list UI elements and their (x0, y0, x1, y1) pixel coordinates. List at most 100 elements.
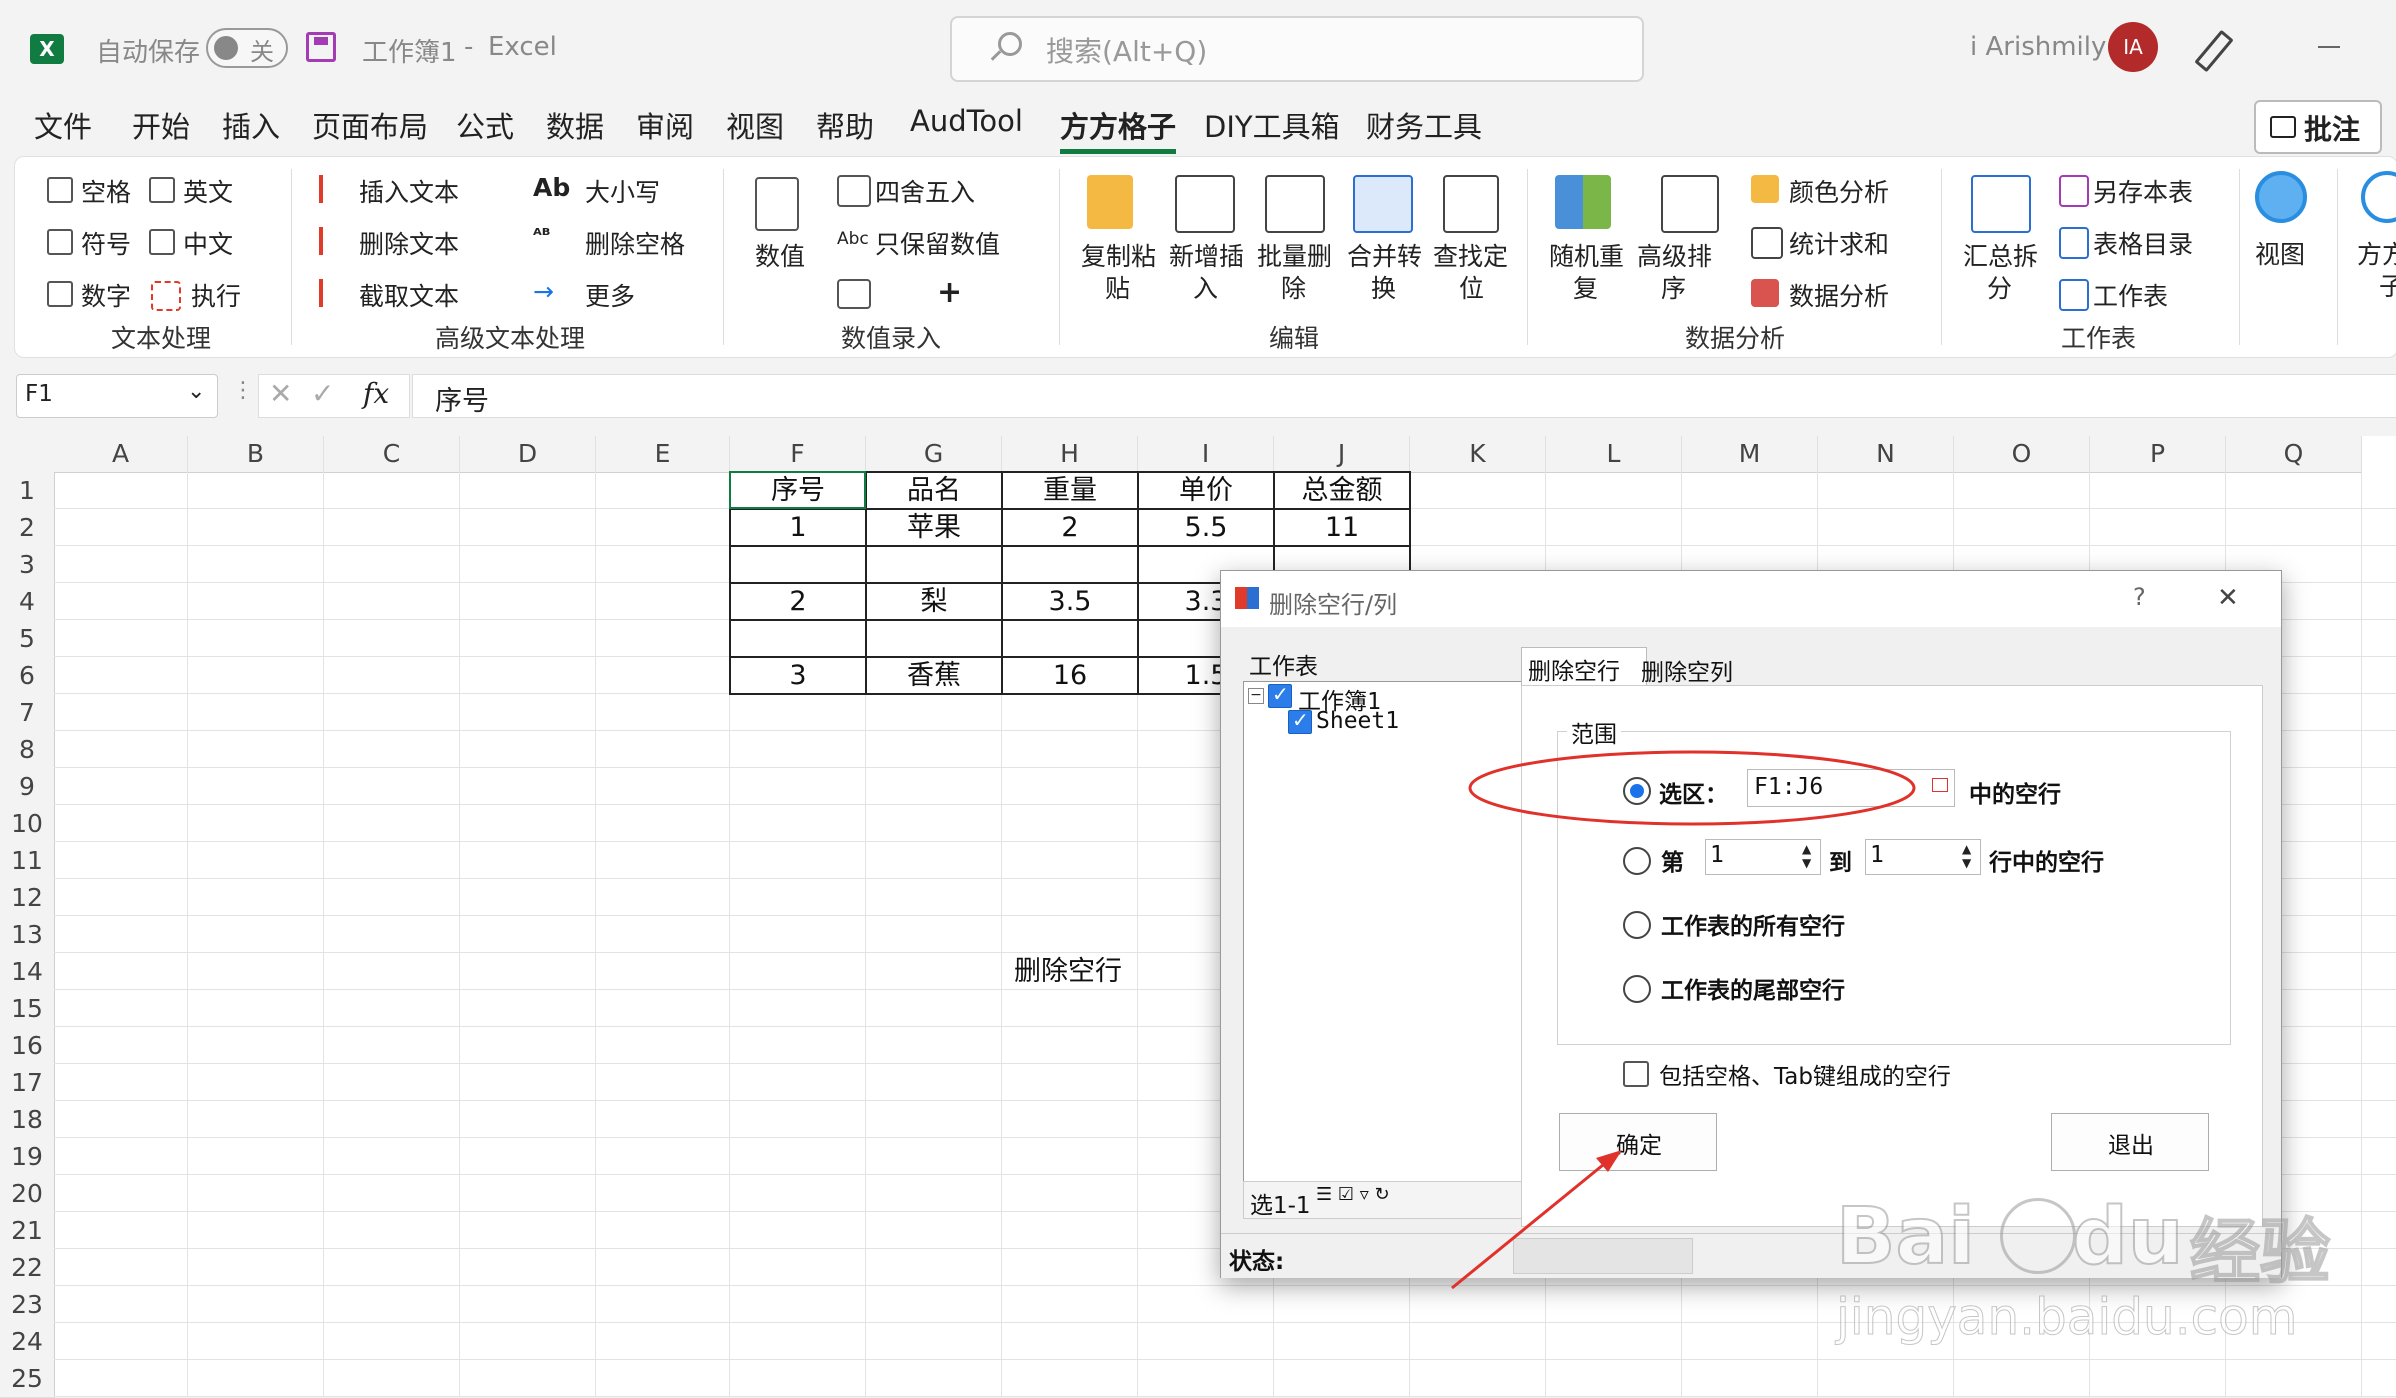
radio-row-range[interactable] (1623, 847, 1651, 875)
summary-split-line2[interactable]: 分 (1987, 269, 2012, 305)
tab-diy-toolbox[interactable]: DIY工具箱 (1204, 104, 1340, 146)
radio-selection[interactable] (1623, 777, 1651, 805)
copy-paste-line1[interactable]: 复制粘 (1081, 237, 1156, 273)
row-header-6[interactable]: 6 (0, 657, 55, 695)
merge-convert-line2[interactable]: 换 (1371, 269, 1396, 305)
table-header-cell[interactable]: 总金额 (1274, 472, 1410, 509)
column-header-p[interactable]: P (2090, 436, 2226, 473)
save-sheet-button[interactable]: 另存本表 (2093, 173, 2193, 209)
row-header-18[interactable]: 18 (0, 1101, 55, 1139)
table-cell[interactable] (1002, 620, 1138, 657)
extract-text-button[interactable]: 截取文本 (359, 277, 459, 313)
advanced-sort-line1[interactable]: 高级排 (1637, 237, 1712, 273)
column-header-k[interactable]: K (1410, 436, 1546, 473)
range-picker-icon[interactable] (1932, 778, 1948, 792)
merge-convert-line1[interactable]: 合并转 (1347, 237, 1422, 273)
row-header-7[interactable]: 7 (0, 694, 55, 732)
column-header-f[interactable]: F (730, 436, 866, 473)
checkbox-space[interactable] (47, 177, 73, 203)
tab-home[interactable]: 开始 (132, 104, 190, 146)
table-icon[interactable] (837, 279, 871, 309)
worksheet-button[interactable]: 工作表 (2093, 277, 2168, 313)
minimize-icon[interactable] (2318, 46, 2340, 48)
row-header-14[interactable]: 14 (0, 953, 55, 991)
column-header-c[interactable]: C (324, 436, 460, 473)
data-analysis-button[interactable]: 数据分析 (1789, 277, 1889, 313)
find-locate-line1[interactable]: 查找定 (1433, 237, 1508, 273)
table-cell[interactable] (866, 546, 1002, 583)
column-header-g[interactable]: G (866, 436, 1002, 473)
column-header-l[interactable]: L (1546, 436, 1682, 473)
row-header-21[interactable]: 21 (0, 1212, 55, 1250)
row-header-12[interactable]: 12 (0, 879, 55, 917)
confirm-icon[interactable]: ✓ (311, 377, 334, 410)
tree-collapse-icon[interactable]: − (1248, 688, 1264, 704)
help-button[interactable]: ? (2133, 583, 2146, 611)
row-header-5[interactable]: 5 (0, 620, 55, 658)
search-box[interactable]: 搜索(Alt+Q) (950, 16, 1644, 82)
column-header-e[interactable]: E (596, 436, 730, 473)
tab-view[interactable]: 视图 (726, 104, 784, 146)
tab-insert[interactable]: 插入 (222, 104, 280, 146)
random-repeat-line1[interactable]: 随机重 (1549, 237, 1624, 273)
tab-help[interactable]: 帮助 (816, 104, 874, 146)
tab-file[interactable]: 文件 (34, 104, 92, 146)
table-cell[interactable] (730, 546, 866, 583)
row-header-19[interactable]: 19 (0, 1138, 55, 1176)
batch-delete-line1[interactable]: 批量删 (1257, 237, 1332, 273)
sheet-index-button[interactable]: 表格目录 (2093, 225, 2193, 261)
table-cell[interactable] (1002, 546, 1138, 583)
table-cell[interactable]: 5.5 (1138, 509, 1274, 546)
name-box[interactable]: F1 ⌄ (16, 374, 218, 418)
avatar[interactable]: IA (2108, 22, 2158, 72)
row-header-4[interactable]: 4 (0, 583, 55, 621)
row-header-23[interactable]: 23 (0, 1286, 55, 1324)
row-header-25[interactable]: 25 (0, 1360, 55, 1398)
table-cell[interactable]: 香蕉 (866, 657, 1002, 694)
cancel-icon[interactable]: ✕ (269, 377, 292, 410)
tab-formulas[interactable]: 公式 (456, 104, 514, 146)
row-header-8[interactable]: 8 (0, 731, 55, 769)
column-header-i[interactable]: I (1138, 436, 1274, 473)
column-header-o[interactable]: O (1954, 436, 2090, 473)
column-header-q[interactable]: Q (2226, 436, 2362, 473)
table-header-cell[interactable]: 品名 (866, 472, 1002, 509)
exit-button[interactable]: 退出 (2051, 1113, 2209, 1171)
keep-number-button[interactable]: 只保留数值 (875, 225, 1000, 261)
insert-text-button[interactable]: 插入文本 (359, 173, 459, 209)
fangfang-button-line1[interactable]: 方方 (2357, 235, 2396, 271)
user-name[interactable]: i Arishmily (1970, 32, 2106, 62)
tab-data[interactable]: 数据 (546, 104, 604, 146)
formula-input[interactable]: 序号 (412, 374, 2396, 418)
row-header-9[interactable]: 9 (0, 768, 55, 806)
ok-button[interactable]: 确定 (1559, 1113, 1717, 1171)
radio-tail-blank[interactable] (1623, 975, 1651, 1003)
table-cell[interactable]: 梨 (866, 583, 1002, 620)
column-header-m[interactable]: M (1682, 436, 1818, 473)
table-header-cell[interactable]: 单价 (1138, 472, 1274, 509)
new-insert-line1[interactable]: 新增插 (1169, 237, 1244, 273)
random-repeat-line2[interactable]: 复 (1573, 269, 1598, 305)
note-cell[interactable]: 删除空行 (1002, 953, 1150, 990)
find-locate-line2[interactable]: 位 (1459, 269, 1484, 305)
view-button[interactable]: 视图 (2255, 235, 2305, 271)
color-analysis-button[interactable]: 颜色分析 (1789, 173, 1889, 209)
sheet-tree[interactable]: − 工作簿1 Sheet1 (1243, 681, 1525, 1183)
selection-input[interactable]: F1:J6 (1747, 769, 1955, 807)
notes-button[interactable]: 批注 (2254, 100, 2382, 154)
row-header-13[interactable]: 13 (0, 916, 55, 954)
row-header-17[interactable]: 17 (0, 1064, 55, 1102)
fx-icon[interactable]: fx (363, 377, 389, 410)
number-button[interactable]: 数值 (755, 237, 805, 273)
tree-tools-icon[interactable]: ☰ ☑ ▿ ↻ (1316, 1184, 1390, 1205)
column-header-b[interactable]: B (188, 436, 324, 473)
copy-paste-line2[interactable]: 贴 (1105, 269, 1130, 305)
row-header-1[interactable]: 1 (0, 472, 55, 510)
table-cell[interactable]: 3 (730, 657, 866, 694)
batch-delete-line2[interactable]: 除 (1281, 269, 1306, 305)
column-header-j[interactable]: J (1274, 436, 1410, 473)
delete-text-button[interactable]: 删除文本 (359, 225, 459, 261)
column-header-a[interactable]: A (54, 436, 188, 473)
select-all-corner[interactable] (0, 436, 55, 473)
row-to-stepper[interactable]: 1 ▲ ▼ (1865, 839, 1981, 875)
